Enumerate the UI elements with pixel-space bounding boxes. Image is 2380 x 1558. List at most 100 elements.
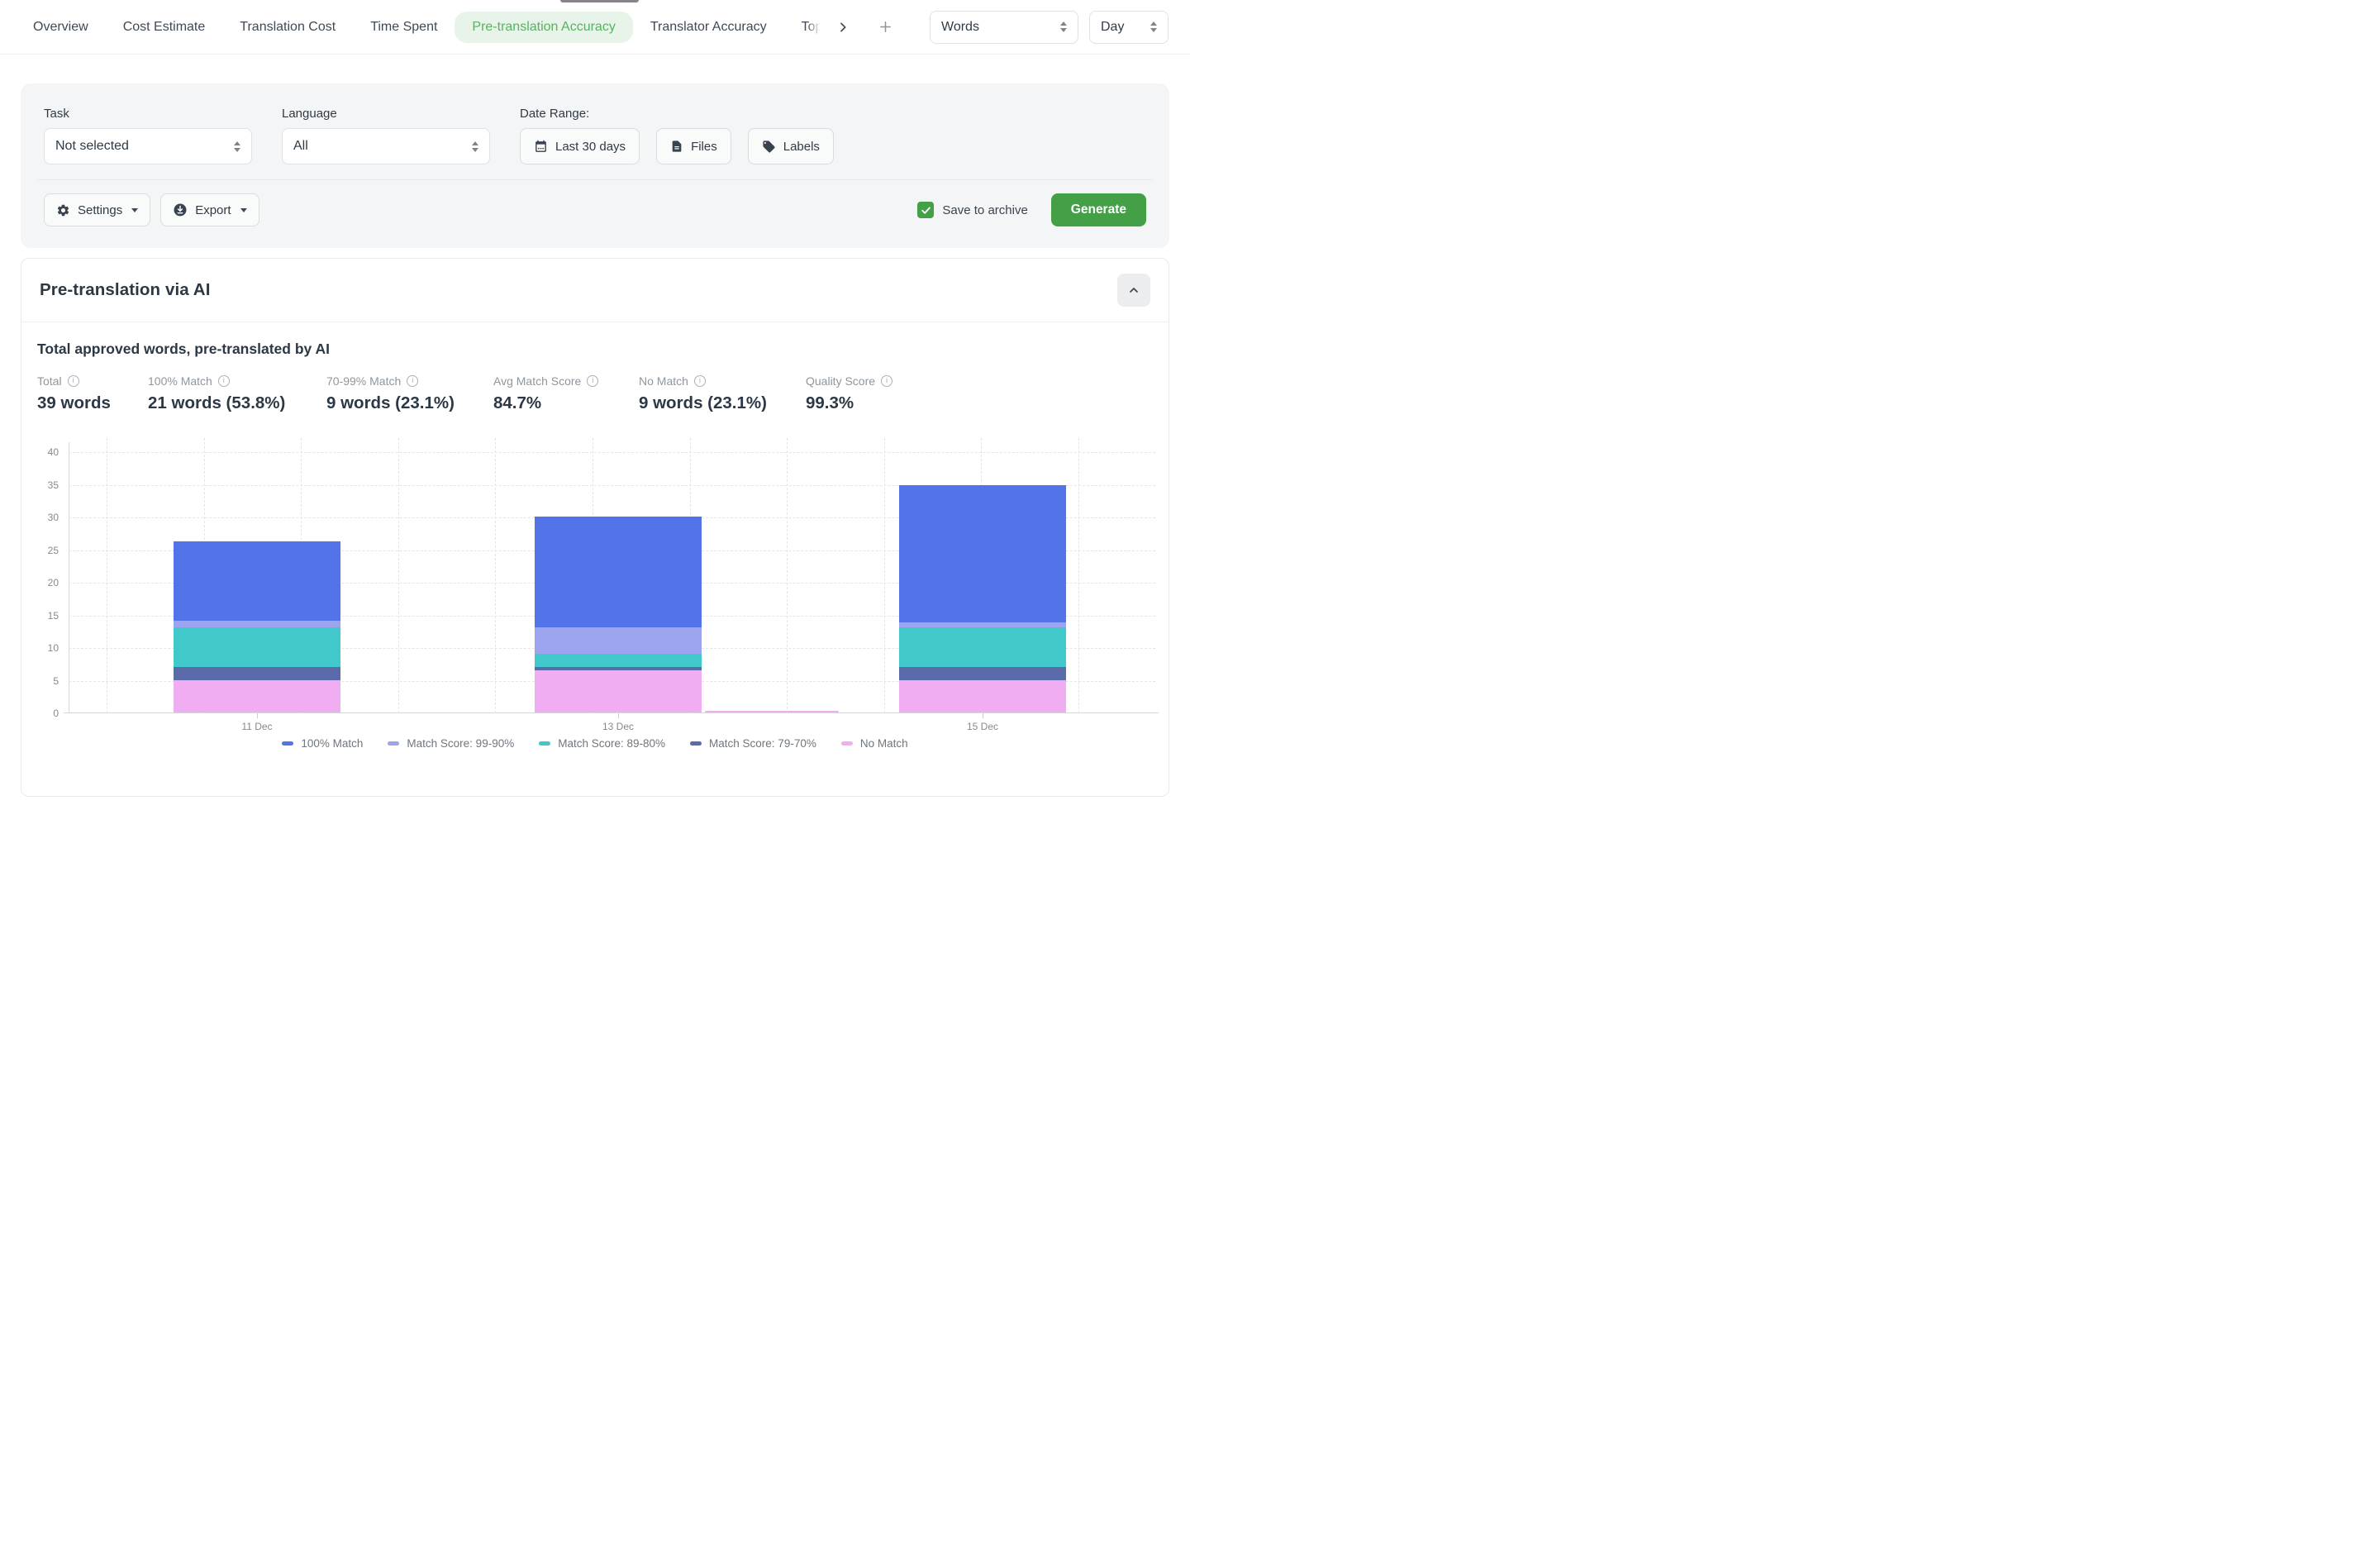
info-icon[interactable] — [218, 375, 230, 387]
period-select-value: Day — [1101, 20, 1124, 35]
save-to-archive-label[interactable]: Save to archive — [942, 203, 1027, 217]
legend-item-100-match[interactable]: 100% Match — [282, 737, 363, 750]
stat-quality-score: Quality Score 99.3% — [806, 374, 954, 413]
info-icon[interactable] — [881, 375, 892, 387]
select-updown-icon — [1150, 21, 1157, 32]
tab-pre-translation-accuracy[interactable]: Pre-translation Accuracy — [455, 12, 632, 43]
tab-label: Translation Cost — [240, 20, 336, 34]
download-circle-icon — [173, 202, 188, 217]
x-axis-line — [64, 712, 1159, 713]
legend-item-match-score-79-70-[interactable]: Match Score: 79-70% — [690, 737, 816, 750]
stat-value: 99.3% — [806, 393, 954, 413]
bar-segment — [899, 667, 1066, 680]
bar-segment — [174, 627, 340, 666]
v-gridline — [398, 438, 399, 713]
stat-avg-match-score: Avg Match Score 84.7% — [493, 374, 639, 413]
legend-item-no-match[interactable]: No Match — [841, 737, 908, 750]
info-icon[interactable] — [694, 375, 706, 387]
stacked-bar-chart: 051015202530354011 Dec13 Dec15 Dec 100% … — [37, 438, 1153, 769]
language-select[interactable]: All — [282, 128, 490, 164]
export-button[interactable]: Export — [160, 193, 259, 226]
report-filter-panel: Task Not selected Language All Date Rang… — [21, 83, 1169, 248]
legend-label: Match Score: 79-70% — [709, 737, 816, 750]
bar-segment — [174, 680, 340, 713]
tab-label: Time Spent — [370, 20, 437, 34]
tab-label: Cost Estimate — [123, 20, 206, 34]
info-icon[interactable] — [68, 375, 79, 387]
stat-value: 84.7% — [493, 393, 639, 413]
files-filter-button[interactable]: Files — [656, 128, 731, 164]
tab-top-truncated[interactable]: Top — [784, 12, 831, 43]
labels-filter-button[interactable]: Labels — [748, 128, 834, 164]
pre-translation-report-card: Pre-translation via AI Total approved wo… — [21, 258, 1169, 797]
unit-select[interactable]: Words — [930, 11, 1078, 44]
tab-cost-estimate[interactable]: Cost Estimate — [106, 12, 223, 43]
h-gridline — [69, 452, 1155, 453]
date-range-label: Date Range: — [520, 107, 834, 121]
generate-button[interactable]: Generate — [1051, 193, 1146, 226]
legend-label: 100% Match — [301, 737, 363, 750]
date-range-value: Last 30 days — [555, 140, 626, 154]
date-range-button[interactable]: Last 30 days — [520, 128, 640, 164]
legend-item-match-score-89-80-[interactable]: Match Score: 89-80% — [539, 737, 665, 750]
save-to-archive-checkbox[interactable] — [917, 202, 934, 218]
tab-translator-accuracy[interactable]: Translator Accuracy — [633, 12, 784, 43]
select-updown-icon — [234, 141, 240, 152]
task-select[interactable]: Not selected — [44, 128, 252, 164]
bar-segment — [899, 627, 1066, 666]
stat-label: 70-99% Match — [326, 374, 401, 388]
period-select[interactable]: Day — [1089, 11, 1169, 44]
tab-translation-cost[interactable]: Translation Cost — [222, 12, 353, 43]
report-tabbar: Overview Cost Estimate Translation Cost … — [0, 0, 1190, 55]
info-icon[interactable] — [407, 375, 418, 387]
export-button-label: Export — [195, 203, 231, 217]
collapse-section-button[interactable] — [1117, 274, 1150, 307]
y-axis-tick-label: 40 — [48, 446, 59, 458]
add-report-tab-button[interactable] — [875, 17, 897, 38]
v-gridline — [495, 438, 496, 713]
tabs-scroll-right-button[interactable] — [832, 17, 854, 38]
x-axis-tick-label: 13 Dec — [602, 721, 634, 732]
info-icon[interactable] — [587, 375, 598, 387]
tab-overview[interactable]: Overview — [16, 12, 106, 43]
x-axis-tick — [257, 713, 258, 718]
tab-label: Translator Accuracy — [650, 20, 767, 34]
bar-segment — [535, 670, 702, 712]
stat-value: 39 words — [37, 393, 148, 413]
labels-button-label: Labels — [783, 140, 820, 154]
legend-label: Match Score: 99-90% — [407, 737, 514, 750]
stat-label: No Match — [639, 374, 688, 388]
bar-segment — [174, 667, 340, 680]
gear-icon — [56, 203, 70, 217]
bar-segment — [535, 654, 702, 667]
tab-label: Overview — [33, 20, 88, 34]
settings-button-label: Settings — [78, 203, 122, 217]
legend-swatch-icon — [690, 741, 702, 746]
files-button-label: Files — [691, 140, 717, 154]
stat-label: 100% Match — [148, 374, 212, 388]
tab-time-spent[interactable]: Time Spent — [353, 12, 455, 43]
chart-subtitle: Total approved words, pre-translated by … — [37, 341, 1153, 358]
tabbar-controls: Words Day — [930, 11, 1190, 44]
language-select-value: All — [293, 139, 308, 154]
tag-icon — [762, 140, 776, 154]
plus-icon — [878, 20, 892, 34]
stat-label: Total — [37, 374, 62, 388]
legend-item-match-score-99-90-[interactable]: Match Score: 99-90% — [388, 737, 514, 750]
y-axis-tick-label: 25 — [48, 545, 59, 556]
v-gridline — [787, 438, 788, 713]
y-axis-tick-label: 30 — [48, 512, 59, 523]
stacked-bar-13-dec — [535, 517, 702, 712]
stat-100-match: 100% Match 21 words (53.8%) — [148, 374, 326, 413]
select-updown-icon — [1060, 21, 1067, 32]
settings-button[interactable]: Settings — [44, 193, 150, 226]
caret-down-icon — [240, 208, 247, 212]
x-axis-tick — [618, 713, 619, 718]
language-label: Language — [282, 107, 520, 121]
stacked-bar-15-dec — [899, 485, 1066, 712]
legend-swatch-icon — [539, 741, 550, 746]
stat-value: 9 words (23.1%) — [639, 393, 806, 413]
x-axis-tick-label: 11 Dec — [241, 721, 272, 732]
near-zero-bar-segment — [705, 711, 839, 712]
y-axis-tick-label: 0 — [53, 708, 59, 719]
